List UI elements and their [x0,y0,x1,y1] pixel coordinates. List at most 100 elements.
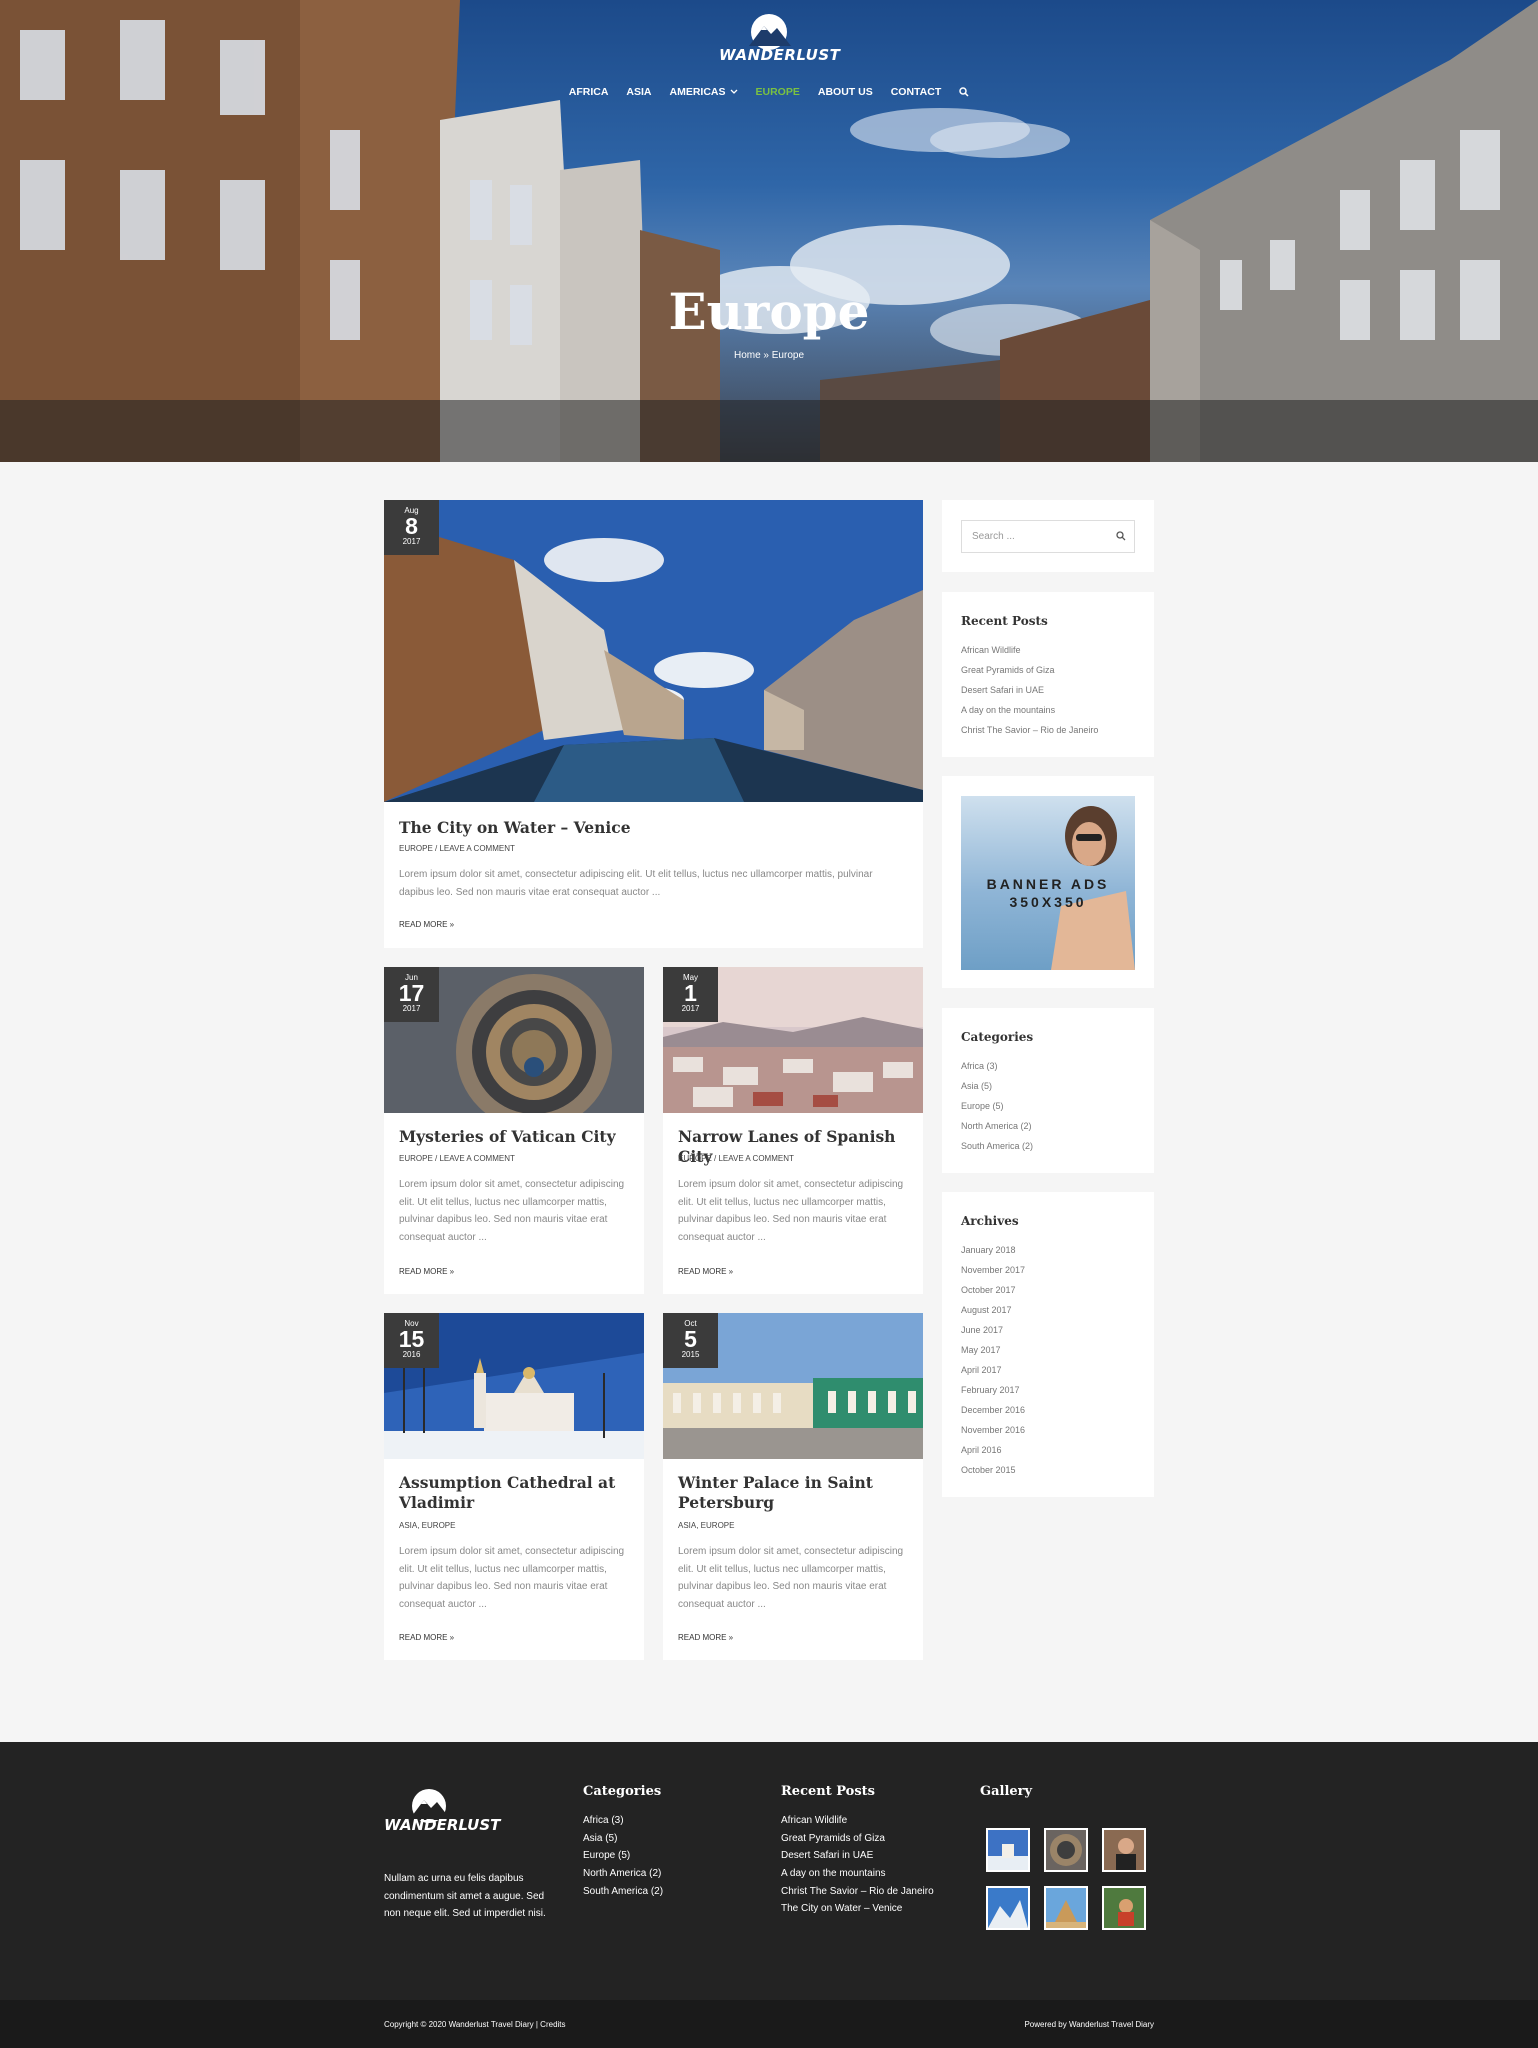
post-date-badge: May 1 2017 [663,967,718,1022]
read-more-link[interactable]: READ MORE » [399,1633,454,1642]
search-icon [959,87,969,97]
read-more-link[interactable]: READ MORE » [678,1267,733,1276]
banner-widget: BANNER ADS 350X350 [942,776,1154,988]
categories-list: Africa (3) Asia (5) Europe (5) North Ame… [961,1056,1033,1156]
powered-by-text: Powered by Wanderlust Travel Diary [1024,2020,1154,2029]
post-date-badge: Jun 17 2017 [384,967,439,1022]
hero-banner: WANDERLUST AFRICA ASIA AMERICAS EUROPE A… [0,0,1538,462]
archive-link[interactable]: November 2017 [961,1260,1025,1280]
nav-item-americas[interactable]: AMERICAS [661,85,747,99]
footer-categories-title: Categories [583,1784,662,1799]
archive-link[interactable]: October 2015 [961,1460,1025,1480]
footer-recent-link[interactable]: Great Pyramids of Giza [781,1830,934,1848]
archive-link[interactable]: June 2017 [961,1320,1025,1340]
footer-category-link[interactable]: Europe (5) [583,1847,663,1865]
chevron-down-icon [730,89,737,94]
archive-link[interactable]: January 2018 [961,1240,1025,1260]
search-widget: Search ... [942,500,1154,572]
post-excerpt: Lorem ipsum dolor sit amet, consectetur … [399,1179,625,1243]
recent-post-link[interactable]: Christ The Savior – Rio de Janeiro [961,720,1098,740]
date-day: 15 [398,1326,425,1352]
nav-label: AFRICA [568,86,609,98]
category-link[interactable]: North America (2) [961,1116,1033,1136]
recent-post-link[interactable]: African Wildlife [961,640,1098,660]
page-title: Europe [668,282,870,341]
search-input[interactable]: Search ... [961,520,1135,553]
post-card-winter-palace: Oct 5 2015 Winter Palace in Saint Peters… [663,1313,923,1660]
post-meta[interactable]: ASIA, EUROPE [399,1521,455,1530]
site-logo-text: WANDERLUST [719,46,841,64]
post-title[interactable]: The City on Water – Venice [399,818,899,838]
gallery-thumb[interactable] [1044,1828,1088,1872]
nav-item-contact[interactable]: CONTACT [882,85,951,99]
gallery-thumb[interactable] [986,1886,1030,1930]
search-placeholder: Search ... [972,531,1015,542]
main-navigation: AFRICA ASIA AMERICAS EUROPE ABOUT US CON… [0,85,1538,99]
footer-categories-list: Africa (3) Asia (5) Europe (5) North Ame… [583,1812,663,1900]
footer-category-link[interactable]: Africa (3) [583,1812,663,1830]
archive-link[interactable]: November 2016 [961,1420,1025,1440]
footer-category-link[interactable]: South America (2) [583,1883,663,1901]
post-date-badge: Oct 5 2015 [663,1313,718,1368]
footer-recent-link[interactable]: The City on Water – Venice [781,1900,934,1918]
category-link[interactable]: South America (2) [961,1136,1033,1156]
gallery-thumb[interactable] [986,1828,1030,1872]
gallery-image [1116,1838,1136,1870]
post-meta[interactable]: EUROPE / LEAVE A COMMENT [399,1154,515,1163]
banner-ad[interactable]: BANNER ADS 350X350 [961,796,1135,970]
post-date-badge: Nov 15 2016 [384,1313,439,1368]
category-link[interactable]: Europe (5) [961,1096,1033,1116]
archive-link[interactable]: October 2017 [961,1280,1025,1300]
post-thumbnail[interactable] [384,500,923,802]
footer-gallery-title: Gallery [980,1784,1033,1799]
post-excerpt: Lorem ipsum dolor sit amet, consectetur … [399,1546,625,1610]
recent-post-link[interactable]: Desert Safari in UAE [961,680,1098,700]
date-day: 8 [405,513,418,539]
post-title[interactable]: Assumption Cathedral at Vladimir [399,1473,634,1513]
category-link[interactable]: Africa (3) [961,1056,1033,1076]
nav-item-asia[interactable]: ASIA [617,85,660,99]
read-more-link[interactable]: READ MORE » [399,920,454,929]
widget-title: Archives [961,1214,1019,1228]
footer-recent-link[interactable]: Christ The Savior – Rio de Janeiro [781,1883,934,1901]
nav-search-button[interactable] [950,85,978,99]
archive-link[interactable]: April 2016 [961,1440,1025,1460]
search-icon[interactable] [1116,531,1126,541]
archive-link[interactable]: February 2017 [961,1380,1025,1400]
post-title[interactable]: Winter Palace in Saint Petersburg [678,1473,913,1513]
archives-widget: Archives January 2018 November 2017 Octo… [942,1192,1154,1497]
post-title[interactable]: Mysteries of Vatican City [399,1127,634,1147]
read-more-link[interactable]: READ MORE » [678,1633,733,1642]
recent-post-link[interactable]: A day on the mountains [961,700,1098,720]
footer-category-link[interactable]: North America (2) [583,1865,663,1883]
read-more-link[interactable]: READ MORE » [399,1267,454,1276]
gallery-thumb[interactable] [1044,1886,1088,1930]
nav-item-about-us[interactable]: ABOUT US [809,85,882,99]
gallery-thumb[interactable] [1102,1886,1146,1930]
date-year: 2017 [681,1004,700,1013]
venice-canal-image [384,500,923,802]
nav-item-europe[interactable]: EUROPE [747,85,809,99]
footer-recent-link[interactable]: A day on the mountains [781,1865,934,1883]
post-excerpt: Lorem ipsum dolor sit amet, consectetur … [678,1546,904,1610]
category-link[interactable]: Asia (5) [961,1076,1033,1096]
recent-post-link[interactable]: Great Pyramids of Giza [961,660,1098,680]
gallery-thumb[interactable] [1102,1828,1146,1872]
site-logo[interactable]: WANDERLUST [719,12,841,66]
post-meta[interactable]: ASIA, EUROPE [678,1521,734,1530]
recent-posts-widget: Recent Posts African Wildlife Great Pyra… [942,592,1154,757]
footer-category-link[interactable]: Asia (5) [583,1830,663,1848]
footer-recent-link[interactable]: Desert Safari in UAE [781,1847,934,1865]
nav-item-africa[interactable]: AFRICA [560,85,618,99]
footer-logo[interactable]: WANDERLUST [384,1786,500,1846]
gallery-image [1118,1899,1134,1926]
footer-recent-link[interactable]: African Wildlife [781,1812,934,1830]
archive-link[interactable]: May 2017 [961,1340,1025,1360]
post-meta[interactable]: EUROPE / LEAVE A COMMENT [678,1154,794,1163]
archive-link[interactable]: April 2017 [961,1360,1025,1380]
banner-text-line2: 350X350 [1009,894,1087,910]
post-meta[interactable]: EUROPE / LEAVE A COMMENT [399,844,515,853]
archive-link[interactable]: August 2017 [961,1300,1025,1320]
archive-link[interactable]: December 2016 [961,1400,1025,1420]
date-day: 5 [684,1326,697,1352]
